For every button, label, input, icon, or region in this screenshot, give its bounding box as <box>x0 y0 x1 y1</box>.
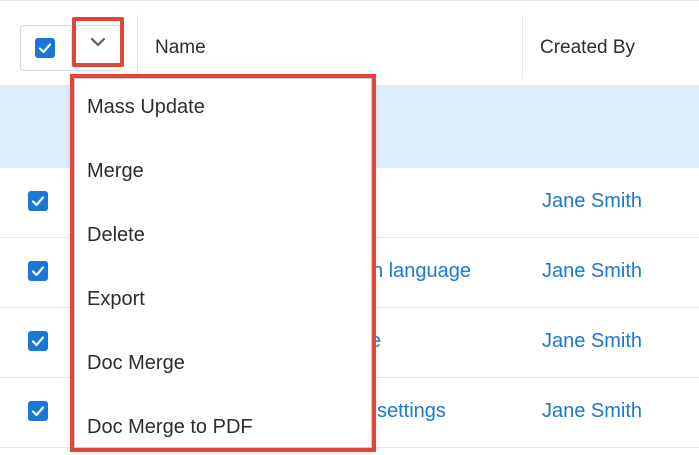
row-created-by-link[interactable]: Jane Smith <box>542 190 642 213</box>
mass-actions-dropdown-button[interactable] <box>72 17 124 67</box>
row-checkbox[interactable] <box>28 261 48 281</box>
column-header-name[interactable]: Name <box>155 37 206 59</box>
select-all-checkbox[interactable] <box>35 38 55 58</box>
column-divider <box>137 15 138 79</box>
row-name-link[interactable]: n language <box>372 260 471 283</box>
checkmark-icon <box>38 43 52 54</box>
menu-item-mass-update[interactable]: Mass Update <box>87 96 205 119</box>
chevron-down-icon <box>90 37 106 47</box>
menu-item-doc-merge[interactable]: Doc Merge <box>87 352 185 375</box>
row-created-by-link[interactable]: Jane Smith <box>542 260 642 283</box>
row-checkbox[interactable] <box>28 191 48 211</box>
row-checkbox[interactable] <box>28 331 48 351</box>
checkmark-icon <box>31 266 45 277</box>
column-header-created-by[interactable]: Created By <box>540 37 635 59</box>
checkmark-icon <box>31 196 45 207</box>
menu-item-merge[interactable]: Merge <box>87 160 144 183</box>
menu-item-delete[interactable]: Delete <box>87 224 145 247</box>
column-divider <box>522 15 523 79</box>
row-name-link[interactable]: settings <box>377 400 446 423</box>
list-view: Name Created By Jane Smith n language Ja… <box>0 0 699 455</box>
checkmark-icon <box>31 336 45 347</box>
menu-item-export[interactable]: Export <box>87 288 145 311</box>
menu-item-doc-merge-to-pdf[interactable]: Doc Merge to PDF <box>87 416 253 439</box>
row-created-by-link[interactable]: Jane Smith <box>542 400 642 423</box>
row-checkbox[interactable] <box>28 401 48 421</box>
mass-actions-menu: Mass Update Merge Delete Export Doc Merg… <box>70 74 376 452</box>
row-created-by-link[interactable]: Jane Smith <box>542 330 642 353</box>
checkmark-icon <box>31 406 45 417</box>
menu-frame <box>74 78 372 448</box>
